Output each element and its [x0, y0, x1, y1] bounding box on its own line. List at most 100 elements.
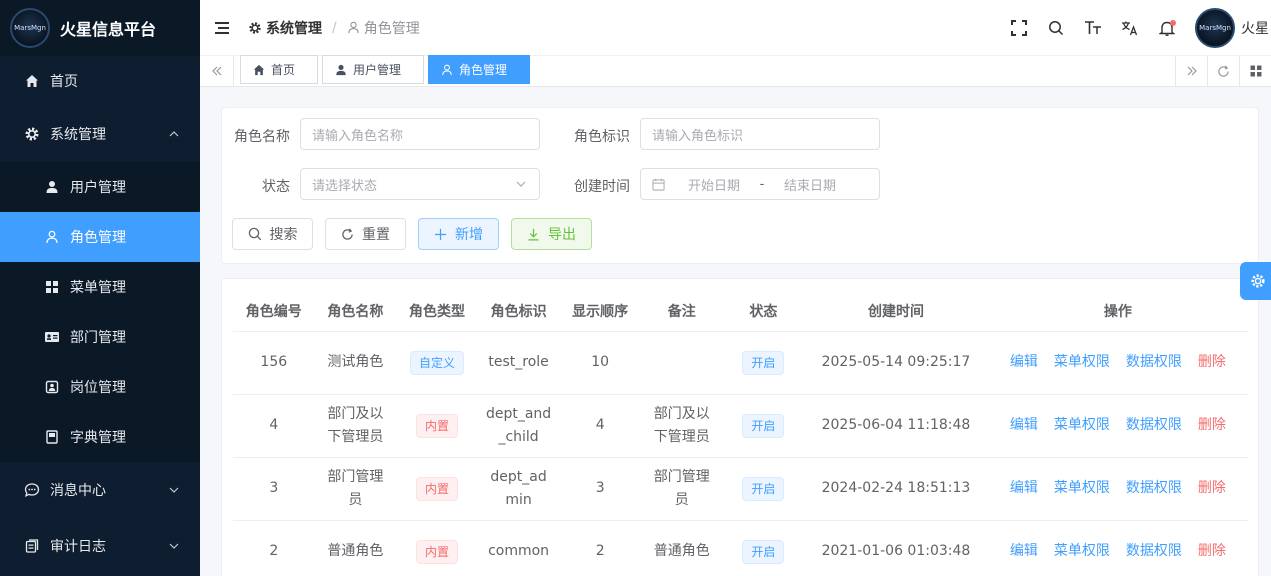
search-icon[interactable] — [1038, 10, 1074, 46]
cell-role-key: dept_admin — [477, 457, 560, 521]
sidebar-item-label: 角色管理 — [70, 230, 126, 246]
notification-dot — [1170, 20, 1176, 26]
role-name-placeholder: 请输入角色名称 — [312, 128, 404, 144]
sidebar-item-posts[interactable]: 岗位管理 — [0, 362, 200, 412]
app-logo: MarsMgn — [10, 8, 50, 48]
font-size-icon[interactable] — [1075, 10, 1111, 46]
edit-link[interactable]: 编辑 — [1010, 480, 1038, 496]
sidebar-item-departments[interactable]: 部门管理 — [0, 312, 200, 362]
tags-scroll-left-icon[interactable] — [200, 56, 234, 86]
cell-created-time: 2021-01-06 01:03:48 — [804, 520, 988, 576]
cell-role-type: 内置 — [396, 520, 478, 576]
export-button[interactable]: 导出 — [511, 218, 592, 250]
date-range-picker[interactable]: 开始日期 - 结束日期 — [640, 168, 880, 200]
tag-roles[interactable]: 角色管理 — [428, 55, 530, 84]
cell-order: 10 — [559, 331, 641, 395]
table-row: 2 普通角色 内置 common 2 普通角色 开启 2021-01-06 01… — [233, 520, 1248, 576]
add-button[interactable]: 新增 — [418, 218, 499, 250]
column-header: 角色类型 — [396, 291, 478, 332]
book-icon — [44, 429, 60, 445]
delete-link[interactable]: 删除 — [1198, 480, 1226, 496]
sidebar-item-audit-log[interactable]: 审计日志 — [0, 518, 200, 574]
sidebar-item-roles[interactable]: 角色管理 — [0, 212, 200, 262]
sidebar-item-users[interactable]: 用户管理 — [0, 162, 200, 212]
sidebar-item-label: 首页 — [50, 74, 78, 90]
cell-created-time: 2025-05-14 09:25:17 — [804, 331, 988, 395]
search-icon — [248, 227, 261, 241]
gear-icon — [24, 126, 40, 142]
breadcrumb-item[interactable]: 系统管理 — [248, 18, 322, 38]
grid-menu-icon[interactable] — [1239, 56, 1271, 86]
delete-link[interactable]: 删除 — [1198, 354, 1226, 370]
menu-permission-link[interactable]: 菜单权限 — [1054, 354, 1110, 370]
settings-float-button[interactable] — [1240, 262, 1271, 300]
sidebar-item-label: 消息中心 — [50, 483, 106, 499]
data-permission-link[interactable]: 数据权限 — [1126, 543, 1182, 559]
edit-link[interactable]: 编辑 — [1010, 543, 1038, 559]
avatar[interactable]: MarsMgn — [1195, 8, 1235, 48]
column-header: 状态 — [722, 291, 805, 332]
cell-role-id: 4 — [233, 394, 315, 458]
breadcrumb-item: 角色管理 — [347, 18, 420, 38]
status-placeholder: 请选择状态 — [312, 178, 378, 194]
menu-permission-link[interactable]: 菜单权限 — [1054, 417, 1110, 433]
log-icon — [24, 538, 40, 554]
start-date-placeholder[interactable]: 开始日期 — [679, 175, 749, 194]
chat-icon — [24, 482, 40, 498]
tag-home[interactable]: 首页 — [240, 55, 318, 84]
status-select[interactable]: 请选择状态 — [300, 168, 540, 200]
column-header: 角色编号 — [233, 291, 315, 332]
data-permission-link[interactable]: 数据权限 — [1126, 480, 1182, 496]
reset-button[interactable]: 重置 — [325, 218, 406, 250]
end-date-placeholder[interactable]: 结束日期 — [775, 175, 845, 194]
delete-link[interactable]: 删除 — [1198, 417, 1226, 433]
refresh-icon[interactable] — [1207, 56, 1239, 86]
cell-actions: 编辑 菜单权限 数据权限 删除 — [987, 520, 1248, 576]
sidebar-item-menus[interactable]: 菜单管理 — [0, 262, 200, 312]
translate-icon[interactable] — [1112, 10, 1148, 46]
tag-users[interactable]: 用户管理 — [322, 55, 424, 84]
role-key-input[interactable]: 请输入角色标识 — [640, 118, 880, 150]
fullscreen-icon[interactable] — [1001, 10, 1037, 46]
cell-role-name: 部门及以下管理员 — [314, 394, 397, 458]
cell-actions: 编辑 菜单权限 数据权限 删除 — [987, 394, 1248, 458]
column-header: 角色标识 — [477, 291, 560, 332]
sidebar-item-label: 审计日志 — [50, 539, 106, 555]
table-row: 3 部门管理员 内置 dept_admin 3 部门管理员 开启 2024-02… — [233, 457, 1248, 521]
hamburger-icon[interactable] — [212, 18, 232, 38]
button-label: 搜索 — [269, 227, 298, 243]
top-header: 系统管理 / 角色管理 MarsMgn 火星 — [200, 0, 1271, 56]
cell-remark: 部门及以下管理员 — [640, 394, 723, 458]
data-permission-link[interactable]: 数据权限 — [1126, 417, 1182, 433]
edit-link[interactable]: 编辑 — [1010, 417, 1038, 433]
sidebar-item-label: 菜单管理 — [70, 280, 126, 296]
search-button[interactable]: 搜索 — [232, 218, 313, 250]
role-name-input[interactable]: 请输入角色名称 — [300, 118, 540, 150]
range-separator: - — [759, 176, 765, 192]
bell-icon[interactable] — [1149, 10, 1185, 46]
sidebar-item-system[interactable]: 系统管理 — [0, 106, 200, 162]
delete-link[interactable]: 删除 — [1198, 543, 1226, 559]
user-outline-icon — [44, 229, 60, 245]
username[interactable]: 火星 — [1241, 18, 1271, 38]
cell-role-type: 内置 — [396, 394, 478, 458]
sidebar-item-home[interactable]: 首页 — [0, 56, 200, 106]
tags-scroll-right-icon[interactable] — [1175, 56, 1207, 86]
cell-status: 开启 — [722, 394, 805, 458]
sidebar-item-dictionary[interactable]: 字典管理 — [0, 412, 200, 462]
cell-actions: 编辑 菜单权限 数据权限 删除 — [987, 331, 1248, 395]
cell-status: 开启 — [722, 520, 805, 576]
sidebar-item-label: 字典管理 — [70, 430, 126, 446]
cell-status: 开启 — [722, 457, 805, 521]
data-permission-link[interactable]: 数据权限 — [1126, 354, 1182, 370]
brand[interactable]: MarsMgn 火星信息平台 — [0, 0, 200, 56]
cell-role-name: 部门管理员 — [314, 457, 397, 521]
cell-role-type: 自定义 — [396, 331, 478, 395]
menu-permission-link[interactable]: 菜单权限 — [1054, 480, 1110, 496]
breadcrumb-label: 角色管理 — [363, 20, 420, 37]
badge-icon — [44, 379, 60, 395]
edit-link[interactable]: 编辑 — [1010, 354, 1038, 370]
menu-permission-link[interactable]: 菜单权限 — [1054, 543, 1110, 559]
sidebar-item-messages[interactable]: 消息中心 — [0, 462, 200, 518]
grid-icon — [44, 279, 60, 295]
